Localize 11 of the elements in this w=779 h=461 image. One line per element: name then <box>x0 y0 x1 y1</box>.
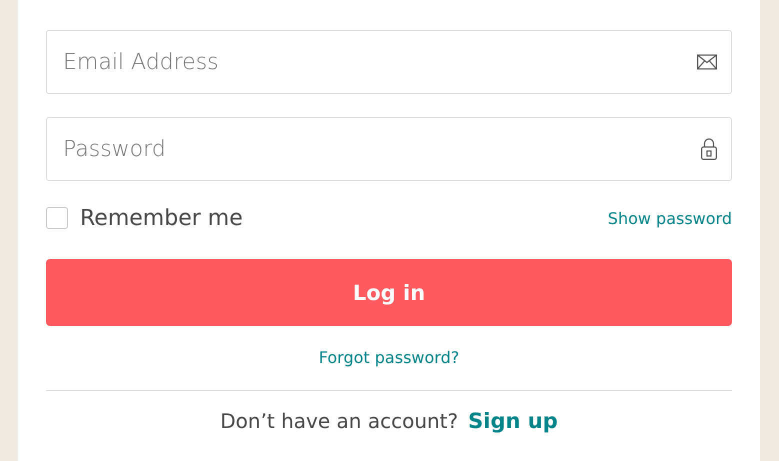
forgot-password-link[interactable]: Forgot password? <box>318 348 460 367</box>
login-button[interactable]: Log in <box>46 259 732 326</box>
remember-checkbox[interactable] <box>46 207 68 229</box>
show-password-link[interactable]: Show password <box>608 208 732 228</box>
password-field[interactable]: Password <box>46 117 732 181</box>
signup-prompt: Don’t have an account? <box>220 409 458 433</box>
remember-label: Remember me <box>80 206 243 230</box>
padlock-icon <box>701 138 717 160</box>
signup-link[interactable]: Sign up <box>468 409 558 433</box>
envelope-icon <box>697 54 717 70</box>
email-field[interactable]: Email Address <box>46 30 732 94</box>
